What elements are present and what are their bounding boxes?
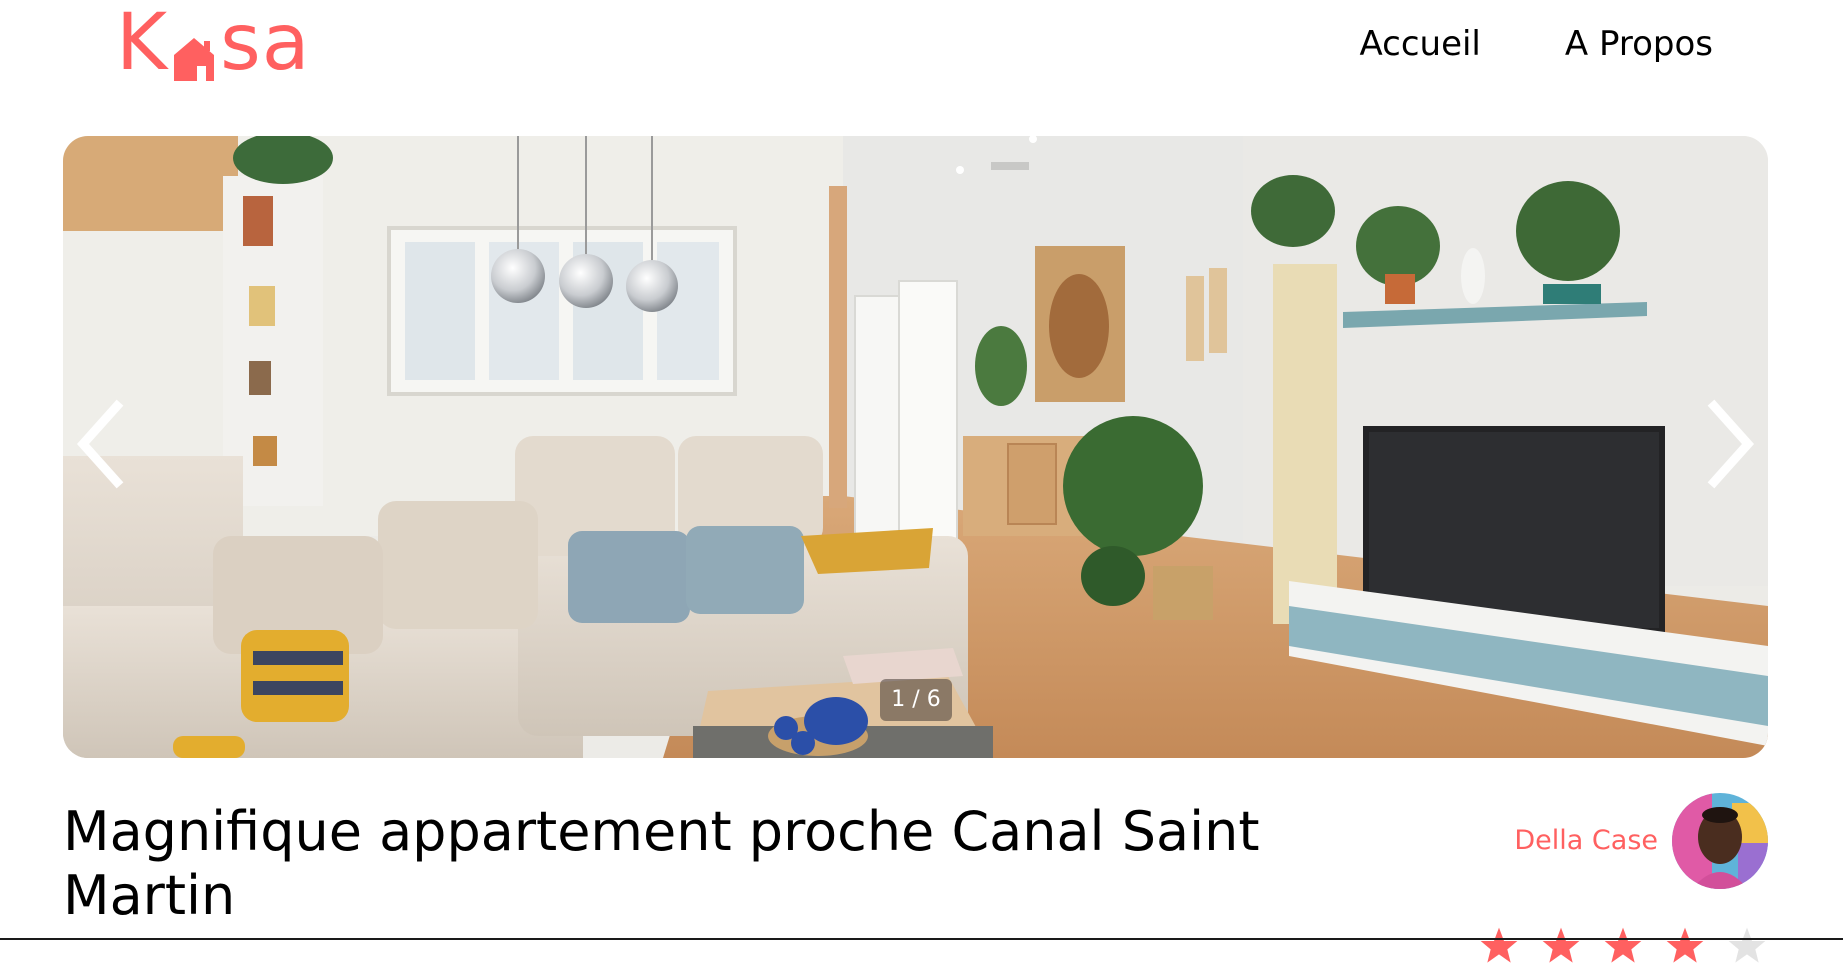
logo-letters-sa: sa [220, 0, 311, 88]
star-icon [1728, 927, 1766, 963]
nav-link-a-propos[interactable]: A Propos [1565, 22, 1713, 66]
star-icon [1480, 927, 1518, 963]
rating-stars [1479, 926, 1767, 966]
listing-title: Magnifique appartement proche Canal Sain… [63, 800, 1260, 927]
previous-slide-button[interactable] [71, 394, 131, 494]
image-carousel: 1 / 6 [63, 136, 1768, 758]
star-icon [1604, 927, 1642, 963]
chevron-left-icon [76, 399, 124, 489]
nav-link-accueil[interactable]: Accueil [1359, 22, 1480, 66]
host-info: Della Case [1514, 793, 1768, 889]
kasa-logo[interactable]: K sa [116, 0, 311, 88]
logo-letter-k: K [116, 0, 169, 88]
slide-counter: 1 / 6 [880, 679, 952, 721]
main-nav: Accueil A Propos [1359, 22, 1713, 66]
apartment-photo [63, 136, 1768, 758]
host-name: Della Case [1514, 825, 1658, 856]
star-icon [1542, 927, 1580, 963]
star-icon [1666, 927, 1704, 963]
next-slide-button[interactable] [1700, 394, 1760, 494]
house-icon [170, 24, 218, 81]
chevron-right-icon [1707, 399, 1755, 489]
host-avatar [1672, 793, 1768, 889]
site-header: K sa Accueil A Propos [0, 0, 1843, 110]
